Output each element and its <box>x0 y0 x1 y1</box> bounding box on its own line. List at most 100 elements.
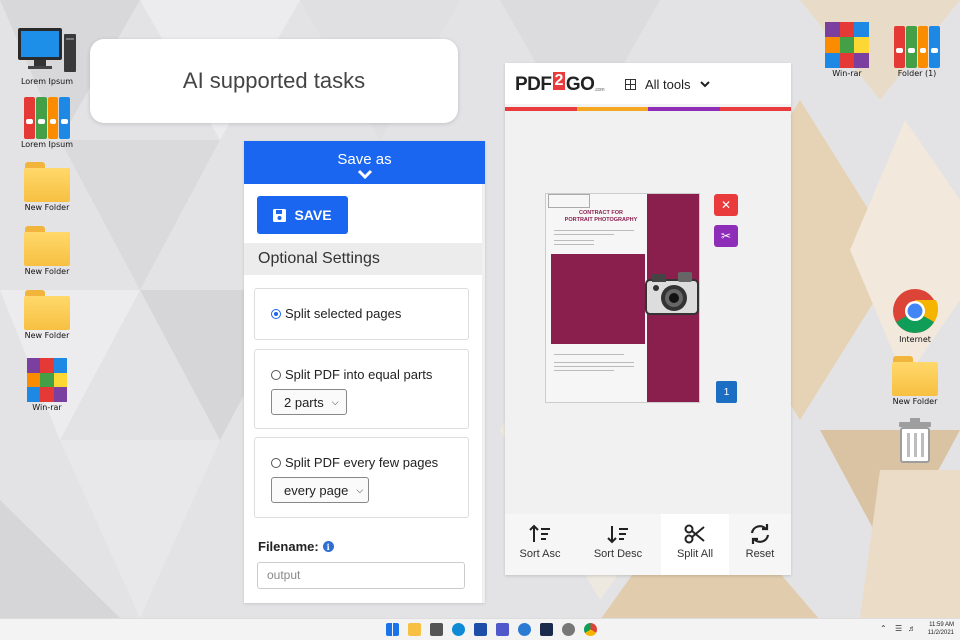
binders-icon <box>24 97 70 139</box>
sort-desc-button[interactable]: Sort Desc <box>575 514 661 575</box>
desktop-icon-label: Win-rar <box>32 403 62 412</box>
folder-icon <box>892 356 938 396</box>
floppy-disk-icon <box>273 208 287 222</box>
desktop-icon-internet[interactable]: Internet <box>883 288 947 344</box>
option-split-equal[interactable]: Split PDF into equal parts 2 parts ⌵ <box>254 349 469 429</box>
desktop-icon-label: New Folder <box>24 203 70 212</box>
close-icon: ✕ <box>720 198 732 212</box>
delete-page-button[interactable]: ✕ <box>714 194 738 216</box>
app-icon[interactable] <box>540 623 553 636</box>
all-tools-menu[interactable]: All tools <box>625 77 710 92</box>
parts-select-value: 2 parts <box>284 394 324 410</box>
desktop-icon-trash[interactable] <box>883 418 947 463</box>
computer-icon <box>18 28 76 76</box>
folder-icon <box>24 290 70 330</box>
logo-suffix: .com <box>594 87 605 93</box>
split-all-label: Split All <box>676 548 714 560</box>
panel-scrollbar[interactable] <box>482 184 485 603</box>
file-explorer-icon[interactable] <box>408 623 421 636</box>
filename-label: Filename: i <box>258 539 334 554</box>
split-page-button[interactable]: ✂ <box>714 225 738 247</box>
thumbnail-title: CONTRACT FOR PORTRAIT PHOTOGRAPHY <box>556 210 646 224</box>
sort-asc-button[interactable]: Sort Asc <box>505 514 575 575</box>
sort-desc-label: Sort Desc <box>593 548 643 560</box>
desktop-icon-winrar[interactable]: Win-rar <box>815 22 879 78</box>
desktop-icon-label: Lorem Ipsum <box>20 140 74 149</box>
camera-icon[interactable] <box>430 623 443 636</box>
ai-tasks-text: AI supported tasks <box>182 68 366 93</box>
sort-desc-icon <box>607 526 628 544</box>
desktop-icon-binders[interactable]: Lorem Ipsum <box>15 97 79 149</box>
taskbar: ⌃ ☰ ♬ 11:59 AM 11/2/2021 <box>0 618 960 640</box>
start-icon[interactable] <box>386 623 399 636</box>
desktop-icon-folder[interactable]: New Folder <box>15 226 79 276</box>
desktop-icon-folder[interactable]: New Folder <box>883 356 947 406</box>
pages-select[interactable]: every page ⌵ <box>271 477 369 503</box>
volume-icon[interactable]: ♬ <box>908 624 916 633</box>
reset-button[interactable]: Reset <box>729 514 791 575</box>
desktop-icon-binders[interactable]: Folder (1) <box>885 26 949 78</box>
binders-icon <box>894 26 940 68</box>
page-number: 1 <box>723 386 730 398</box>
system-clock[interactable]: 11:59 AM 11/2/2021 <box>928 621 954 637</box>
clock-time: 11:59 AM <box>929 622 954 628</box>
parts-select[interactable]: 2 parts ⌵ <box>271 389 347 415</box>
filename-placeholder: output <box>267 568 301 582</box>
teams-icon[interactable] <box>496 623 509 636</box>
winrar-icon <box>825 22 869 68</box>
pdf2go-header: PDF 2 GO .com All tools <box>505 63 791 107</box>
desktop-icon-label: Internet <box>899 335 931 344</box>
logo-text-left: PDF <box>515 74 552 95</box>
option-label: Split selected pages <box>285 306 402 321</box>
sort-asc-label: Sort Asc <box>519 548 561 560</box>
pdf-page-thumbnail[interactable]: CONTRACT FOR PORTRAIT PHOTOGRAPHY <box>545 193 700 403</box>
folder-icon <box>24 226 70 266</box>
chevron-down-icon: ⌵ <box>331 396 339 407</box>
desktop-icon-label: Folder (1) <box>897 69 937 78</box>
page-number-badge[interactable]: 1 <box>716 381 737 403</box>
radio-split-every[interactable] <box>271 457 281 468</box>
doc-title-line2: PORTRAIT PHOTOGRAPHY <box>564 217 638 223</box>
reset-label: Reset <box>745 548 775 560</box>
logo-text-right: GO <box>565 74 595 95</box>
option-split-every[interactable]: Split PDF every few pages every page ⌵ <box>254 437 469 518</box>
logo-text-mid: 2 <box>552 72 565 90</box>
edge-icon[interactable] <box>452 623 465 636</box>
info-icon[interactable]: i <box>322 541 334 552</box>
tray-chevron-icon[interactable]: ⌃ <box>880 624 887 633</box>
desktop-icon-label: New Folder <box>892 397 938 406</box>
settings-icon[interactable] <box>562 623 575 636</box>
save-as-header[interactable]: Save as <box>244 141 485 184</box>
chrome-icon[interactable] <box>584 623 597 636</box>
radio-split-equal[interactable] <box>271 369 281 380</box>
ai-tasks-card: AI supported tasks <box>90 39 458 123</box>
pdf2go-logo[interactable]: PDF 2 GO .com <box>515 72 605 96</box>
desktop-icon-computer[interactable]: Lorem Ipsum <box>15 28 79 86</box>
filename-label-text: Filename: <box>258 539 319 554</box>
grid-icon <box>625 79 636 90</box>
thumbnail-text-block <box>551 254 645 344</box>
wifi-icon[interactable]: ☰ <box>895 624 902 633</box>
option-split-selected[interactable]: Split selected pages <box>254 288 469 340</box>
pages-select-value: every page <box>284 482 349 498</box>
filename-input[interactable]: output <box>257 562 465 589</box>
globe-icon[interactable] <box>518 623 531 636</box>
chevron-down-icon <box>699 81 710 88</box>
desktop-icon-winrar[interactable]: Win-rar <box>15 358 79 412</box>
option-label: Split PDF into equal parts <box>285 367 433 382</box>
optional-settings-heading: Optional Settings <box>244 243 482 275</box>
chrome-icon <box>893 289 938 333</box>
all-tools-label: All tools <box>645 77 691 92</box>
split-all-button[interactable]: Split All <box>661 514 729 575</box>
desktop-icon-folder[interactable]: New Folder <box>15 162 79 212</box>
refresh-icon <box>750 524 770 544</box>
clock-date: 11/2/2021 <box>927 630 954 636</box>
save-button[interactable]: SAVE <box>257 196 348 234</box>
desktop-icon-folder[interactable]: New Folder <box>15 290 79 340</box>
folder-icon <box>24 162 70 202</box>
store-icon[interactable] <box>474 623 487 636</box>
trash-icon <box>897 418 933 463</box>
radio-split-selected[interactable] <box>271 308 281 319</box>
bottom-toolbar: Sort Asc Sort Desc Split All Reset <box>505 514 791 575</box>
thumbnail-grid <box>548 194 590 208</box>
